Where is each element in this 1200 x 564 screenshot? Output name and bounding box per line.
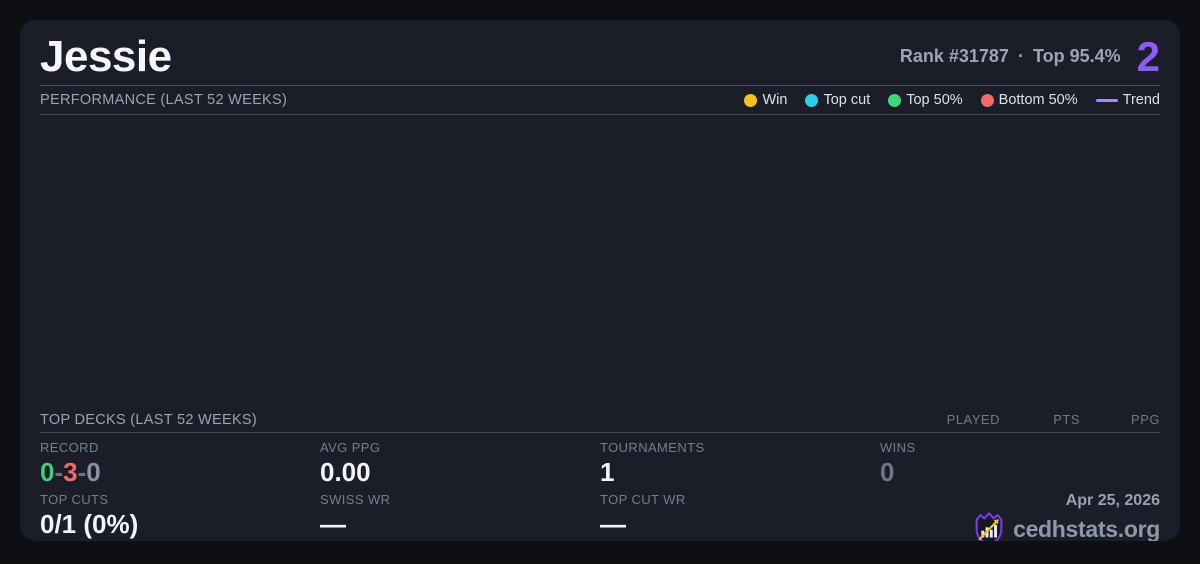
record-wins: 0 — [40, 457, 55, 487]
percentile-label: Top 95.4% — [1032, 46, 1121, 66]
stats-grid: RECORD 0-3-0 AVG PPG 0.00 TOURNAMENTS 1 … — [40, 433, 1160, 541]
legend-label: Top 50% — [906, 92, 963, 108]
footer: Apr 25, 2026 cedhstats.org — [880, 492, 1160, 541]
record-value: 0-3-0 — [40, 458, 320, 487]
win-dot-icon — [744, 93, 758, 107]
legend-item-topcut: Top cut — [805, 92, 870, 108]
stat-label: WINS — [880, 440, 916, 455]
top-decks-header-row: TOP DECKS (LAST 52 WEEKS) PLAYED PTS PPG — [40, 407, 1160, 433]
cedhstats-logo-icon — [975, 512, 1003, 541]
legend-item-top50: Top 50% — [888, 92, 963, 108]
stat-label: RECORD — [40, 440, 99, 455]
record-separator: - — [77, 457, 87, 487]
site-name: cedhstats.org — [1013, 515, 1160, 542]
stat-label: SWISS WR — [320, 492, 391, 507]
stat-label: TOP CUT WR — [600, 492, 686, 507]
topcut-dot-icon — [805, 93, 819, 107]
bottom50-dot-icon — [980, 93, 994, 107]
player-name: Jessie — [40, 31, 172, 81]
chart-legend: Win Top cut Top 50% Bottom 50% Trend — [744, 92, 1160, 108]
column-header-played: PLAYED — [946, 412, 1000, 427]
player-stats-card: Jessie Rank #31787 · Top 95.4% 2 PERFORM… — [20, 20, 1180, 541]
stat-top-cuts: TOP CUTS 0/1 (0%) — [40, 492, 320, 541]
column-header-pts: PTS — [1053, 412, 1080, 427]
legend-label: Top cut — [823, 92, 871, 108]
avg-ppg-value: 0.00 — [320, 457, 371, 487]
stat-avg-ppg: AVG PPG 0.00 — [320, 440, 600, 492]
legend-label: Bottom 50% — [998, 92, 1078, 108]
record-draws: 0 — [86, 457, 101, 487]
top50-dot-icon — [888, 93, 902, 107]
top-decks-columns: PLAYED PTS PPG — [900, 412, 1160, 427]
date-label: Apr 25, 2026 — [1065, 492, 1160, 509]
record-losses: 3 — [63, 457, 78, 487]
stat-top-cut-wr: TOP CUT WR — — [600, 492, 880, 541]
top-decks-title: TOP DECKS (LAST 52 WEEKS) — [40, 411, 258, 428]
stat-swiss-wr: SWISS WR — — [320, 492, 600, 541]
performance-chart — [40, 115, 1160, 407]
header-right: Rank #31787 · Top 95.4% 2 — [900, 32, 1160, 80]
legend-item-trend: Trend — [1095, 92, 1160, 108]
top-cut-wr-value: — — [600, 509, 626, 539]
brand: cedhstats.org — [973, 512, 1160, 541]
column-header-ppg: PPG — [1131, 412, 1160, 427]
tournaments-value: 1 — [600, 457, 615, 487]
wins-value: 0 — [880, 457, 895, 487]
stat-tournaments: TOURNAMENTS 1 — [600, 440, 880, 492]
rank-separator: · — [1017, 46, 1024, 66]
record-separator: - — [54, 457, 64, 487]
performance-header-row: PERFORMANCE (LAST 52 WEEKS) Win Top cut … — [40, 86, 1160, 115]
trend-line-icon — [1095, 98, 1118, 102]
rank-line: Rank #31787 · Top 95.4% — [900, 46, 1121, 67]
rank-label: Rank #31787 — [899, 46, 1009, 66]
top-cuts-value: 0/1 (0%) — [40, 509, 139, 539]
stat-label: TOURNAMENTS — [600, 440, 705, 455]
stat-wins: WINS 0 — [880, 440, 1160, 492]
stat-label: AVG PPG — [320, 440, 381, 455]
entry-count: 2 — [1136, 32, 1160, 80]
legend-item-win: Win — [744, 92, 787, 108]
legend-label: Win — [762, 92, 788, 108]
swiss-wr-value: — — [320, 509, 346, 539]
card-header: Jessie Rank #31787 · Top 95.4% 2 — [40, 20, 1160, 86]
stat-record: RECORD 0-3-0 — [40, 440, 320, 492]
stat-label: TOP CUTS — [40, 492, 109, 507]
legend-item-bottom50: Bottom 50% — [980, 92, 1078, 108]
performance-title: PERFORMANCE (LAST 52 WEEKS) — [40, 92, 288, 108]
legend-label: Trend — [1122, 92, 1160, 108]
